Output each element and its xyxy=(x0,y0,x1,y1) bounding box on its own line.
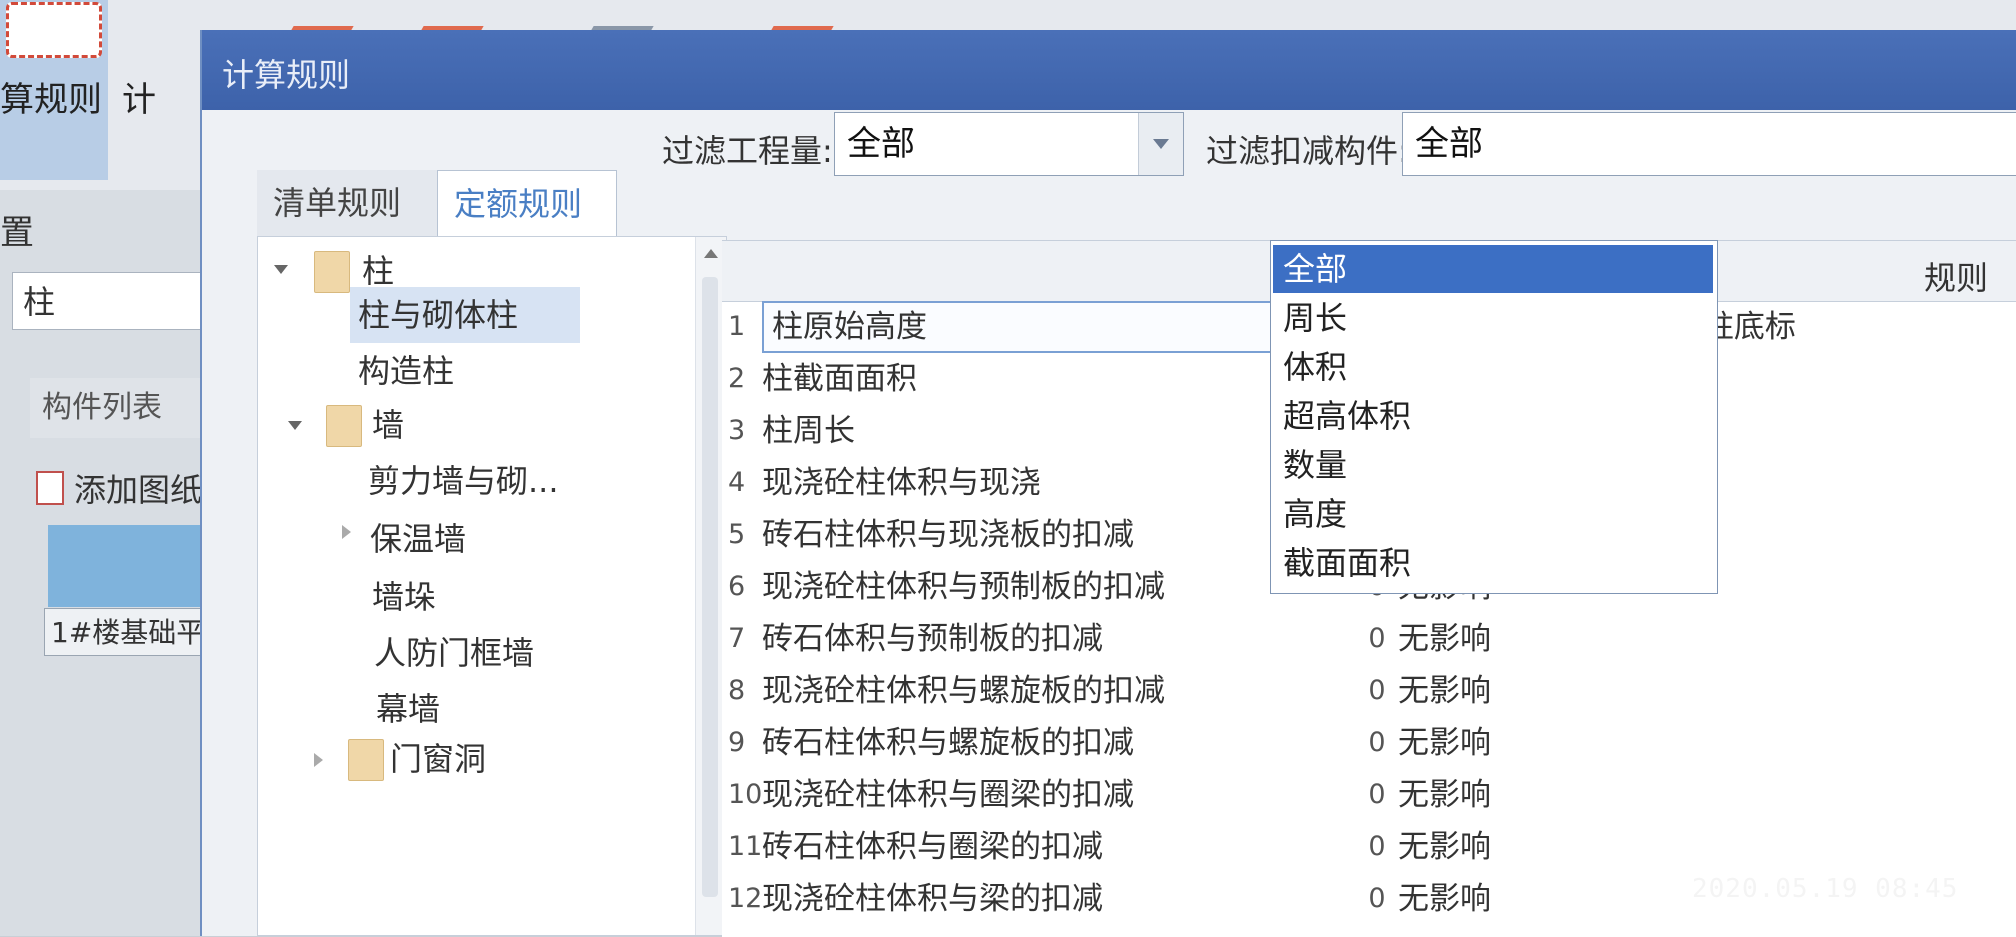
row-number: 4 xyxy=(728,467,746,498)
ribbon-partial-label[interactable]: 计 xyxy=(122,72,156,121)
expand-arrow-icon[interactable] xyxy=(274,265,288,274)
photo-timestamp: 2020.05.19 08:45 xyxy=(1692,874,1959,904)
tree-node-column-masonry[interactable]: 柱与砌体柱 xyxy=(358,289,518,341)
ribbon-tool-icon xyxy=(291,0,369,30)
table-row[interactable]: 7 砖石体积与预制板的扣减 0 无影响 xyxy=(722,613,2016,665)
left-panel-title: 置 xyxy=(0,213,34,253)
tab-bill-rules[interactable]: 清单规则 xyxy=(257,170,437,236)
rule-value: 0 xyxy=(1368,623,1386,654)
rule-name[interactable]: 现浇砼柱体积与圈梁的扣减 xyxy=(762,769,1342,821)
folder-icon xyxy=(348,739,384,781)
rule-name[interactable]: 柱原始高度 xyxy=(762,301,1342,353)
calc-rules-ribbon-button[interactable]: 算规则 xyxy=(0,0,108,180)
dropdown-option[interactable]: 截面面积 xyxy=(1273,539,1713,587)
row-number: 5 xyxy=(728,519,746,550)
rule-description: 无影响 xyxy=(1398,777,1491,813)
tree-node-pilaster[interactable]: 墙垛 xyxy=(372,571,436,623)
row-number: 9 xyxy=(728,727,746,758)
dropdown-option[interactable]: 全部 xyxy=(1273,245,1713,293)
tab-quota-rules[interactable]: 定额规则 xyxy=(437,170,617,236)
ribbon-tool-icon xyxy=(591,0,669,30)
rule-description: 无影响 xyxy=(1398,673,1491,709)
drawing-preview xyxy=(48,525,216,607)
dropdown-option[interactable]: 周长 xyxy=(1273,294,1713,342)
rule-name[interactable]: 砖石柱体积与圈梁的扣减 xyxy=(762,821,1342,873)
filter-deduct-value: 全部 xyxy=(1415,124,1483,164)
row-number: 6 xyxy=(728,571,746,602)
rule-name[interactable]: 现浇砼柱体积与现浇 xyxy=(762,457,1342,509)
collapsed-arrow-icon[interactable] xyxy=(342,525,351,539)
scroll-up-icon[interactable] xyxy=(704,249,718,258)
rule-value: 0 xyxy=(1368,675,1386,706)
tree-node-structural-column[interactable]: 构造柱 xyxy=(358,345,454,397)
dialog-titlebar[interactable]: 计算规则 xyxy=(202,30,2016,110)
expand-arrow-icon[interactable] xyxy=(288,421,302,430)
rule-value: 0 xyxy=(1368,883,1386,914)
component-tree: 柱 柱与砌体柱 构造柱 墙 剪力墙与砌... 保温墙 墙垛 人防门框墙 幕墙 门… xyxy=(257,236,727,936)
row-number: 12 xyxy=(728,883,762,914)
tab-component-list[interactable]: 构件列表 xyxy=(30,378,210,438)
folder-icon xyxy=(326,405,362,447)
drawing-list-item[interactable]: 1#楼基础平面 xyxy=(44,608,216,656)
rule-description: 无影响 xyxy=(1398,621,1491,657)
tree-node-insulation-wall[interactable]: 保温墙 xyxy=(370,513,466,565)
add-drawing-button[interactable]: 添加图纸 xyxy=(36,465,202,511)
dropdown-option[interactable]: 高度 xyxy=(1273,490,1713,538)
rule-name[interactable]: 砖石柱体积与现浇板的扣减 xyxy=(762,509,1342,561)
rule-name[interactable]: 砖石柱体积与螺旋板的扣减 xyxy=(762,717,1342,769)
add-drawing-icon xyxy=(36,471,64,505)
row-number: 2 xyxy=(728,363,746,394)
rule-name[interactable]: 柱周长 xyxy=(762,405,1342,457)
tree-node-wall[interactable]: 墙 xyxy=(372,399,404,451)
rule-name[interactable]: 柱截面面积 xyxy=(762,353,1342,405)
row-number: 7 xyxy=(728,623,746,654)
tree-node-civil-defense-wall[interactable]: 人防门框墙 xyxy=(374,627,534,679)
scroll-thumb[interactable] xyxy=(702,277,718,897)
filter-quantity-value: 全部 xyxy=(847,124,915,164)
rule-value: 0 xyxy=(1368,831,1386,862)
tree-node-door-window[interactable]: 门窗洞 xyxy=(390,733,486,785)
column-header-rule: 规则 xyxy=(1923,259,1988,297)
table-row[interactable]: 11 砖石柱体积与圈梁的扣减 0 无影响 xyxy=(722,821,2016,873)
tree-node-shear-wall[interactable]: 剪力墙与砌... xyxy=(368,455,559,507)
dropdown-option[interactable]: 数量 xyxy=(1273,441,1713,489)
row-number: 8 xyxy=(728,675,746,706)
table-row[interactable]: 10 现浇砼柱体积与圈梁的扣减 0 无影响 xyxy=(722,769,2016,821)
calc-rules-icon xyxy=(6,2,102,58)
folder-icon xyxy=(314,251,350,293)
chevron-down-icon[interactable] xyxy=(1138,113,1183,175)
tree-node-curtain-wall[interactable]: 幕墙 xyxy=(376,683,440,735)
rule-name[interactable]: 现浇砼柱体积与预制板的扣减 xyxy=(762,561,1342,613)
rule-value: 0 xyxy=(1368,727,1386,758)
table-row[interactable]: 8 现浇砼柱体积与螺旋板的扣减 0 无影响 xyxy=(722,665,2016,717)
add-drawing-label: 添加图纸 xyxy=(74,471,203,509)
rule-name[interactable]: 现浇砼柱体积与螺旋板的扣减 xyxy=(762,665,1342,717)
filter-quantity-label: 过滤工程量: xyxy=(662,132,833,170)
dropdown-option[interactable]: 体积 xyxy=(1273,343,1713,391)
row-number: 3 xyxy=(728,415,746,446)
collapsed-arrow-icon[interactable] xyxy=(314,753,323,767)
table-row[interactable]: 9 砖石柱体积与螺旋板的扣减 0 无影响 xyxy=(722,717,2016,769)
row-number: 11 xyxy=(728,831,762,862)
filter-deduct-label: 过滤扣减构件: xyxy=(1206,132,1409,170)
rule-description: 无影响 xyxy=(1398,829,1491,865)
rule-value: 0 xyxy=(1368,779,1386,810)
calc-rules-dialog: 计算规则 清单规则 定额规则 过滤工程量: 全部 过滤扣减构件: 全部 柱 柱与… xyxy=(200,30,2016,937)
ribbon-tool-icon xyxy=(421,0,499,30)
filter-quantity-dropdown: 全部 周长 体积 超高体积 数量 高度 截面面积 xyxy=(1270,240,1718,594)
row-number: 1 xyxy=(728,311,746,342)
rule-description: 无影响 xyxy=(1398,725,1491,761)
calc-rules-ribbon-label: 算规则 xyxy=(0,80,102,120)
row-number: 10 xyxy=(728,779,762,810)
filter-deduct-select[interactable]: 全部 xyxy=(1402,112,2016,176)
filter-quantity-select[interactable]: 全部 xyxy=(834,112,1184,176)
rule-name[interactable]: 现浇砼柱体积与梁的扣减 xyxy=(762,873,1342,925)
component-search-input[interactable]: 柱 xyxy=(12,272,212,330)
dropdown-option[interactable]: 超高体积 xyxy=(1273,392,1713,440)
dialog-title: 计算规则 xyxy=(222,56,351,94)
ribbon-tool-icon xyxy=(771,0,849,30)
rule-name[interactable]: 砖石体积与预制板的扣减 xyxy=(762,613,1342,665)
